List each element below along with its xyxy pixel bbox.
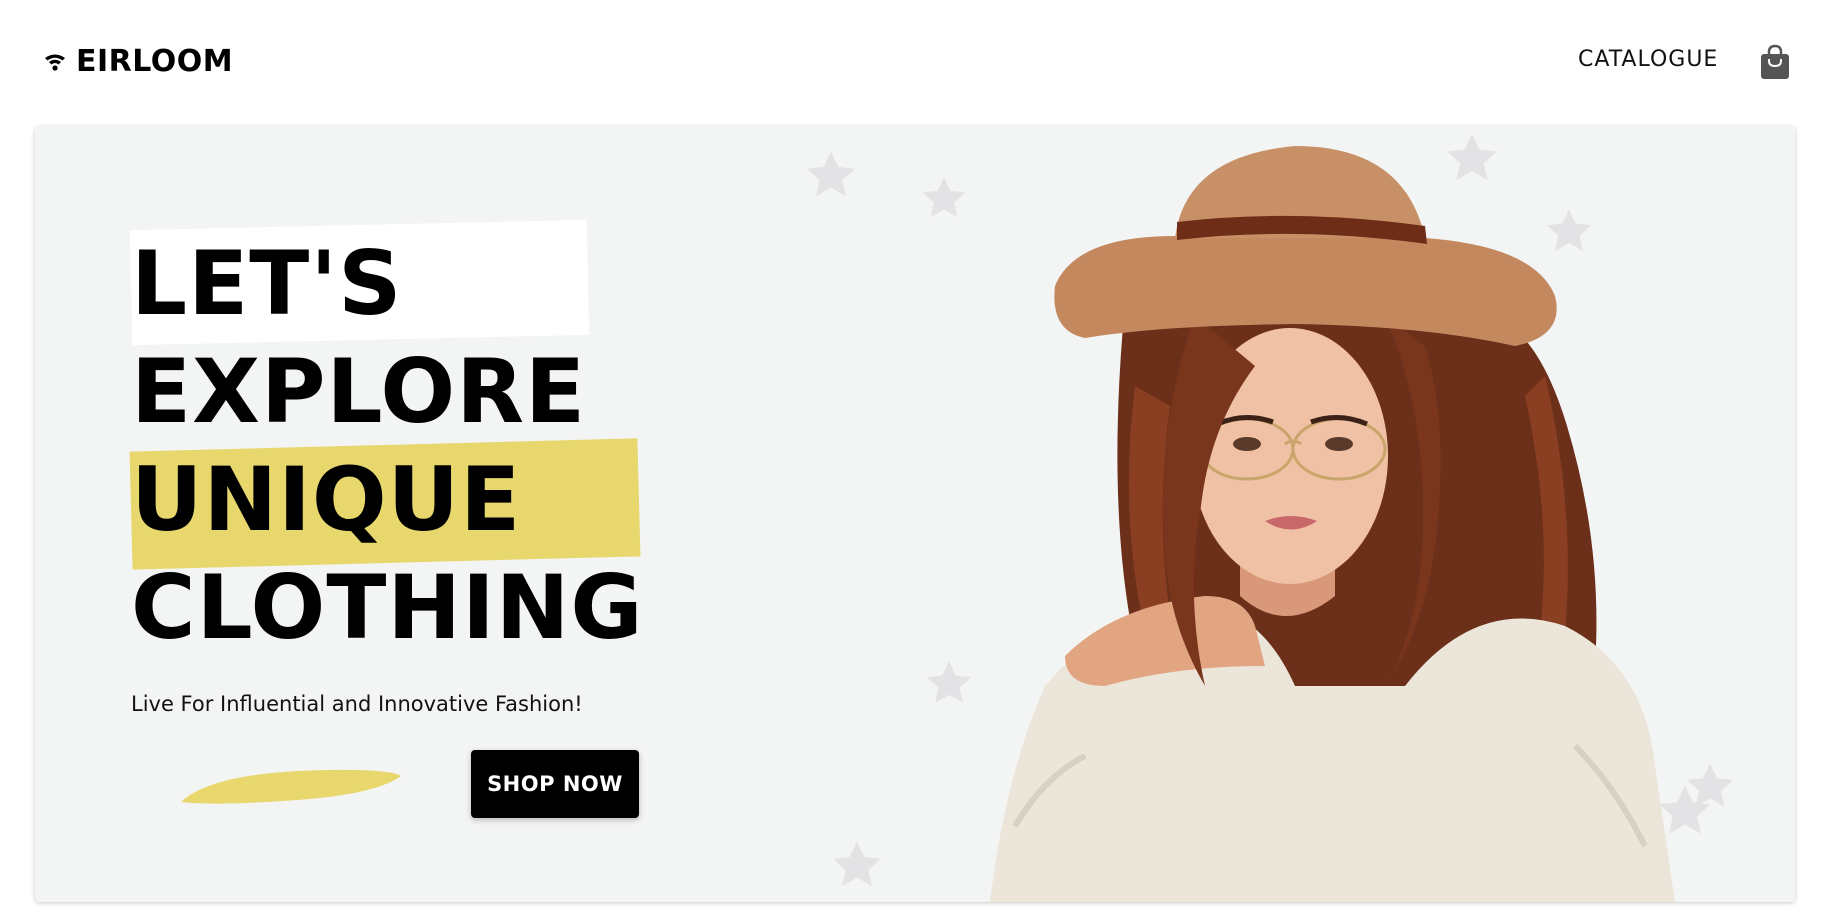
top-navbar: EIRLOOM CATALOGUE [0, 0, 1821, 120]
nav-link-catalogue[interactable]: CATALOGUE [1578, 47, 1718, 72]
hero-subtitle: Live For Influential and Innovative Fash… [131, 692, 583, 716]
hero-headline: LET'S EXPLORE UNIQUE CLOTHING [131, 230, 644, 662]
yellow-brush-stroke [181, 769, 401, 804]
hero-banner: LET'S EXPLORE UNIQUE CLOTHING Live For I… [35, 126, 1795, 902]
headline-line-1: LET'S [131, 232, 403, 335]
brand-logo[interactable]: EIRLOOM [44, 44, 233, 79]
brand-name: EIRLOOM [76, 44, 234, 79]
hero-model-image [990, 146, 1675, 902]
shop-now-button[interactable]: SHOP NOW [471, 750, 639, 818]
headline-line-3: UNIQUE [131, 448, 522, 551]
headline-line-4: CLOTHING [131, 556, 644, 659]
star-decoration [833, 841, 881, 887]
star-decoration [807, 151, 855, 197]
shopping-bag-icon[interactable] [1760, 44, 1790, 80]
wifi-icon [45, 54, 65, 71]
headline-line-2: EXPLORE [131, 340, 587, 443]
